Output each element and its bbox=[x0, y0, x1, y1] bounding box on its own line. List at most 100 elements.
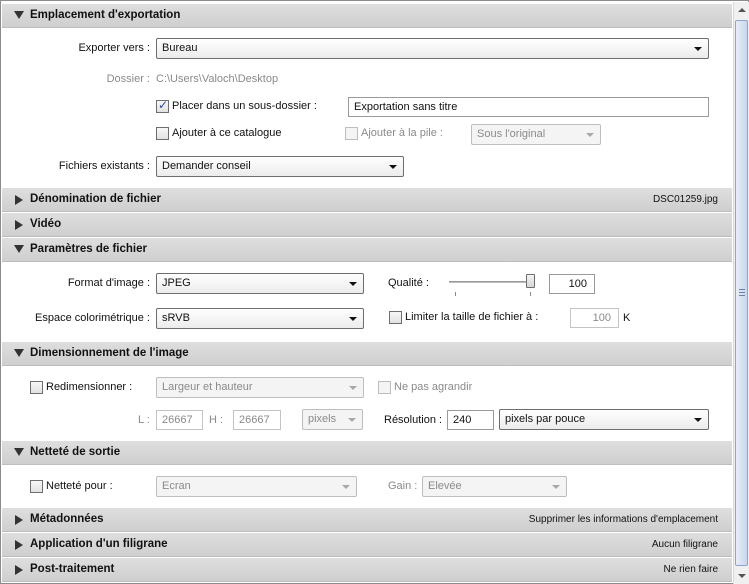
grip-line bbox=[739, 295, 745, 296]
arrow-down-icon bbox=[738, 574, 746, 578]
color-space-label: Espace colorimétrique : bbox=[35, 312, 150, 324]
chevron-down-icon bbox=[342, 485, 350, 489]
limit-size-value: 100 bbox=[592, 312, 611, 324]
section-header-image-sizing[interactable]: Dimensionnement de l'image bbox=[2, 342, 732, 366]
resize-label: Redimensionner : bbox=[46, 381, 133, 393]
quality-slider-thumb[interactable] bbox=[526, 274, 535, 288]
chevron-down-icon bbox=[389, 165, 397, 169]
quality-slider-track[interactable] bbox=[449, 281, 533, 283]
height-value: 26667 bbox=[239, 414, 270, 426]
stack-position-value: Sous l'original bbox=[477, 128, 546, 140]
scroll-down-button[interactable] bbox=[734, 568, 749, 584]
stack-position-select[interactable]: Sous l'original bbox=[471, 124, 601, 145]
disclosure-expanded-icon bbox=[14, 11, 24, 19]
width-input[interactable]: 26667 bbox=[156, 410, 203, 430]
add-to-catalog-checkbox[interactable] bbox=[156, 127, 169, 140]
section-header-watermarking[interactable]: Application d'un filigrane Aucun filigra… bbox=[2, 533, 732, 557]
color-space-select[interactable]: sRVB bbox=[156, 308, 364, 329]
section-header-file-settings[interactable]: Paramètres de fichier bbox=[2, 238, 732, 262]
add-to-stack-checkbox[interactable] bbox=[345, 127, 358, 140]
existing-files-value: Demander conseil bbox=[162, 160, 251, 172]
dimension-units-select[interactable]: pixels bbox=[302, 409, 363, 430]
slider-tick bbox=[455, 292, 456, 296]
scrollbar-thumb[interactable] bbox=[735, 20, 748, 566]
dont-enlarge-checkbox[interactable] bbox=[378, 381, 391, 394]
section-summary: Ne rien faire bbox=[663, 564, 718, 575]
resize-checkbox[interactable] bbox=[30, 381, 43, 394]
dimension-units-value: pixels bbox=[308, 413, 337, 425]
chevron-down-icon bbox=[348, 418, 356, 422]
chevron-down-icon bbox=[349, 282, 357, 286]
section-title: Post-traitement bbox=[30, 563, 115, 575]
sharpen-for-value: Ecran bbox=[162, 480, 191, 492]
disclosure-expanded-icon bbox=[14, 448, 24, 456]
section-title: Métadonnées bbox=[30, 513, 104, 525]
image-format-value: JPEG bbox=[162, 277, 191, 289]
image-format-label: Format d'image : bbox=[67, 277, 150, 289]
section-title: Dimensionnement de l'image bbox=[30, 347, 189, 359]
chevron-down-icon bbox=[586, 133, 594, 137]
subfolder-name-input[interactable]: Exportation sans titre bbox=[348, 97, 709, 117]
vertical-scrollbar[interactable] bbox=[733, 2, 749, 584]
export-to-value: Bureau bbox=[162, 42, 198, 54]
image-format-select[interactable]: JPEG bbox=[156, 273, 364, 294]
chevron-down-icon bbox=[552, 485, 560, 489]
subfolder-name-value: Exportation sans titre bbox=[354, 101, 458, 113]
sharpen-for-checkbox[interactable] bbox=[30, 480, 43, 493]
limit-size-label: Limiter la taille de fichier à : bbox=[405, 311, 539, 323]
limit-size-unit: K bbox=[623, 312, 631, 324]
subfolder-label: Placer dans un sous-dossier : bbox=[172, 100, 317, 112]
height-label: H : bbox=[209, 414, 224, 426]
scroll-up-button[interactable] bbox=[734, 2, 749, 18]
section-title: Netteté de sortie bbox=[30, 446, 121, 458]
amount-label: Gain : bbox=[388, 480, 418, 492]
width-label: L : bbox=[138, 414, 150, 426]
width-value: 26667 bbox=[162, 414, 193, 426]
section-header-post-processing[interactable]: Post-traitement Ne rien faire bbox=[2, 558, 732, 582]
amount-select[interactable]: Elevée bbox=[422, 476, 567, 497]
resolution-unit-select[interactable]: pixels par pouce bbox=[499, 409, 709, 430]
resolution-value: 240 bbox=[453, 414, 472, 426]
export-to-select[interactable]: Bureau bbox=[156, 38, 709, 59]
add-to-catalog-label: Ajouter à ce catalogue bbox=[172, 127, 282, 139]
slider-tick bbox=[530, 292, 531, 296]
dont-enlarge-label: Ne pas agrandir bbox=[394, 381, 473, 393]
subfolder-checkbox[interactable] bbox=[156, 98, 169, 113]
disclosure-collapsed-icon bbox=[15, 220, 23, 230]
folder-path: C:\Users\Valoch\Desktop bbox=[156, 73, 279, 85]
sharpen-for-label: Netteté pour : bbox=[46, 480, 113, 492]
chevron-down-icon bbox=[349, 386, 357, 390]
section-header-metadata[interactable]: Métadonnées Supprimer les informations d… bbox=[2, 508, 732, 532]
quality-input[interactable]: 100 bbox=[549, 274, 595, 294]
disclosure-collapsed-icon bbox=[15, 540, 23, 550]
sharpen-for-select[interactable]: Ecran bbox=[156, 476, 357, 497]
disclosure-collapsed-icon bbox=[15, 195, 23, 205]
resolution-input[interactable]: 240 bbox=[447, 410, 494, 430]
disclosure-collapsed-icon bbox=[15, 565, 23, 575]
resolution-unit-value: pixels par pouce bbox=[505, 413, 586, 425]
resize-mode-value: Largeur et hauteur bbox=[162, 381, 253, 393]
section-summary: Supprimer les informations d'emplacement bbox=[528, 514, 718, 525]
export-settings-list: Emplacement d'exportation Exporter vers … bbox=[2, 2, 732, 584]
section-summary: Aucun filigrane bbox=[651, 539, 718, 550]
folder-label: Dossier : bbox=[106, 73, 150, 85]
section-title: Dénomination de fichier bbox=[30, 193, 161, 205]
limit-size-input[interactable]: 100 bbox=[570, 308, 619, 328]
section-summary: DSC01259.jpg bbox=[652, 194, 718, 205]
export-dialog-panel: Emplacement d'exportation Exporter vers … bbox=[0, 0, 749, 584]
section-header-file-naming[interactable]: Dénomination de fichier DSC01259.jpg bbox=[2, 188, 732, 212]
limit-size-checkbox[interactable] bbox=[389, 311, 402, 324]
section-header-video[interactable]: Vidéo bbox=[2, 213, 732, 237]
disclosure-expanded-icon bbox=[14, 349, 24, 357]
quality-value: 100 bbox=[568, 278, 587, 290]
chevron-down-icon bbox=[694, 418, 702, 422]
section-header-export-location[interactable]: Emplacement d'exportation bbox=[2, 4, 732, 28]
height-input[interactable]: 26667 bbox=[233, 410, 281, 430]
existing-files-select[interactable]: Demander conseil bbox=[156, 156, 404, 177]
section-title: Application d'un filigrane bbox=[30, 538, 168, 550]
amount-value: Elevée bbox=[428, 480, 462, 492]
quality-label: Qualité : bbox=[388, 277, 429, 289]
section-title: Paramètres de fichier bbox=[30, 243, 147, 255]
section-header-output-sharpening[interactable]: Netteté de sortie bbox=[2, 441, 732, 465]
resize-mode-select[interactable]: Largeur et hauteur bbox=[156, 377, 364, 398]
